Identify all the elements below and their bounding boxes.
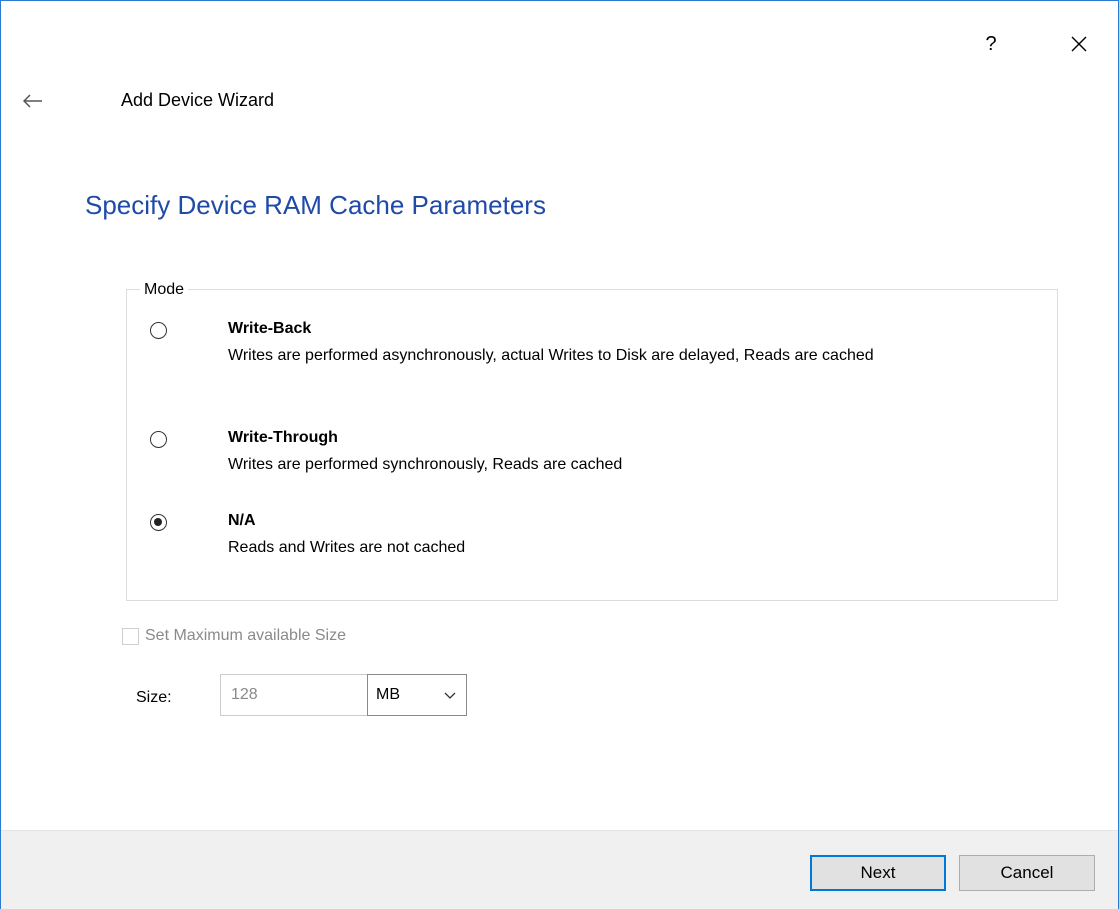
write-through-description: Writes are performed synchronously, Read…: [228, 456, 623, 473]
unit-value: MB: [376, 686, 400, 703]
page-title: Specify Device RAM Cache Parameters: [85, 190, 546, 220]
help-button[interactable]: ?: [971, 24, 1011, 64]
unit-dropdown[interactable]: MB: [367, 674, 467, 716]
close-icon: [1071, 36, 1087, 52]
close-button[interactable]: [1059, 24, 1099, 64]
mode-legend: Mode: [140, 281, 189, 299]
write-through-radio[interactable]: [150, 431, 167, 448]
size-input[interactable]: [220, 674, 368, 716]
back-arrow-icon: [23, 94, 42, 108]
help-icon: ?: [985, 32, 997, 55]
write-back-description: Writes are performed asynchronously, act…: [228, 347, 874, 364]
na-title: N/A: [228, 512, 256, 529]
na-description: Reads and Writes are not cached: [228, 539, 466, 556]
back-button[interactable]: [18, 86, 48, 116]
write-back-title: Write-Back: [228, 320, 312, 337]
max-size-checkbox[interactable]: [122, 627, 139, 645]
next-button[interactable]: Next: [810, 855, 946, 891]
max-size-label: Set Maximum available Size: [145, 627, 346, 644]
write-through-title: Write-Through: [228, 429, 338, 446]
write-back-radio[interactable]: [150, 322, 167, 339]
cancel-button[interactable]: Cancel: [959, 855, 1095, 891]
footer-bar: [1, 830, 1118, 909]
chevron-down-icon: [444, 692, 456, 699]
wizard-title: Add Device Wizard: [121, 90, 275, 110]
size-label: Size:: [136, 689, 172, 706]
max-size-option[interactable]: Set Maximum available Size: [122, 627, 346, 645]
na-radio[interactable]: [150, 514, 167, 531]
